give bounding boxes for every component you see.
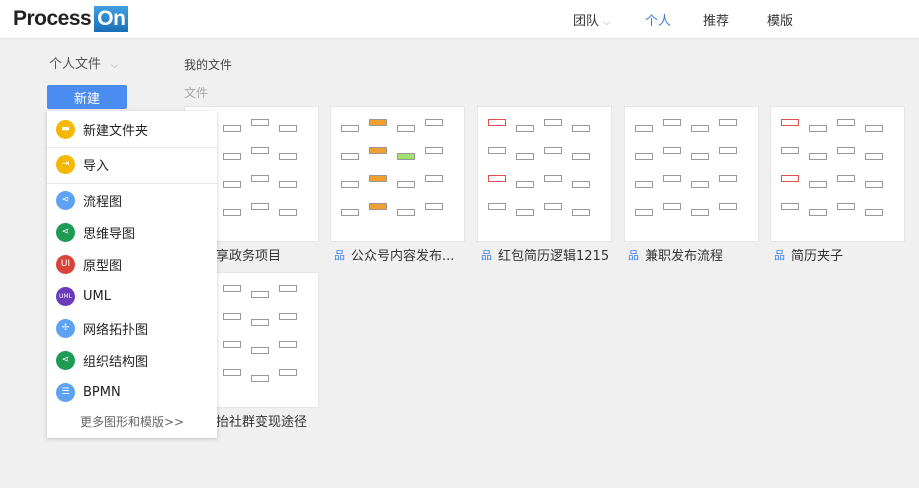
nav-team[interactable]: 团队 ⌵ [573,10,610,29]
file-card[interactable] [330,106,465,242]
nav-team-label: 团队 [573,14,600,29]
menu-item-network[interactable]: ✢ 网络拓扑图 [47,312,217,344]
menu-item-uml[interactable]: UML UML [47,280,217,312]
file-name[interactable]: 品兼职发布流程 [628,245,724,265]
nav-templates[interactable]: 模版 [767,10,793,29]
network-icon: ✢ [56,318,75,338]
section-title: 文件 [184,86,209,100]
breadcrumb[interactable]: 我的文件 [184,56,232,73]
bpmn-icon: ☰ [56,382,75,402]
menu-item-prototype[interactable]: UI 原型图 [47,248,217,280]
file-name-text: 简历夹子 [791,249,844,264]
file-name-text: 红包简历逻辑1215 [498,249,610,264]
menu-item-label: 新建文件夹 [83,123,149,139]
file-thumbnail [635,119,748,229]
top-header: Process On 团队 ⌵ 个人 推荐 模版 [0,0,919,39]
menu-divider [47,147,217,148]
folder-icon: ▬ [56,119,75,139]
flowchart-icon: ⋖ [56,190,75,210]
chevron-down-icon: ⌵ [111,61,118,71]
file-thumbnail [341,119,454,229]
new-menu: ▬ 新建文件夹 ⇥ 导入 ⋖ 流程图 ⋖ 思维导图 UI 原型图 UML UML ✢ 网络拓扑图 ⋖ 组织结构… [47,111,217,438]
menu-item-label: 流程图 [83,194,123,210]
file-name[interactable]: 品公众号内容发布... [334,245,455,265]
more-templates-link[interactable]: 更多图形和模版>> [47,413,217,430]
orgchart-icon: ⋖ [56,350,75,370]
flowchart-file-icon: 品 [774,248,785,262]
file-name-text: 公众号内容发布... [351,249,455,264]
menu-item-label: 导入 [83,158,110,174]
menu-item-label: 原型图 [83,258,123,274]
menu-item-mindmap[interactable]: ⋖ 思维导图 [47,216,217,248]
menu-divider [47,183,217,184]
processon-logo[interactable]: Process On [13,6,129,32]
menu-item-label: BPMN [83,384,121,400]
file-name[interactable]: 品红包简历逻辑1215 [481,245,610,265]
menu-item-import[interactable]: ⇥ 导入 [47,148,217,180]
flowchart-file-icon: 品 [628,248,639,262]
file-name[interactable]: 抬社群变现途径 [216,411,307,430]
import-icon: ⇥ [56,154,75,174]
logo-text: Process [13,7,92,30]
file-name[interactable]: 享政务项目 [216,245,281,264]
uml-icon: UML [56,286,75,306]
new-button[interactable]: 新建 [47,85,127,109]
file-name-text: 抬社群变现途径 [216,415,308,430]
chevron-down-icon: ⌵ [603,18,610,28]
menu-item-label: UML [83,288,111,304]
file-card[interactable] [477,106,612,242]
logo-badge: On [94,6,129,32]
menu-item-label: 网络拓扑图 [83,322,149,338]
menu-item-label: 思维导图 [83,226,136,242]
file-name-text: 兼职发布流程 [645,249,724,264]
personal-files-dropdown[interactable]: 个人文件 ⌵ [49,53,118,72]
menu-item-orgchart[interactable]: ⋖ 组织结构图 [47,344,217,376]
nav-personal[interactable]: 个人 [645,10,671,29]
menu-item-flowchart[interactable]: ⋖ 流程图 [47,184,217,216]
file-thumbnail [781,119,894,229]
file-card[interactable] [624,106,759,242]
mindmap-icon: ⋖ [56,222,75,242]
flowchart-file-icon: 品 [334,248,345,262]
menu-item-label: 组织结构图 [83,354,149,370]
personal-files-label: 个人文件 [49,57,102,72]
nav-recommend[interactable]: 推荐 [703,10,729,29]
flowchart-file-icon: 品 [481,248,492,262]
menu-item-bpmn[interactable]: ☰ BPMN [47,376,217,408]
menu-item-folder[interactable]: ▬ 新建文件夹 [47,113,217,145]
file-name[interactable]: 品简历夹子 [774,245,844,265]
file-thumbnail [488,119,601,229]
file-name-text: 享政务项目 [216,249,282,264]
file-card[interactable] [770,106,905,242]
prototype-icon: UI [56,254,75,274]
